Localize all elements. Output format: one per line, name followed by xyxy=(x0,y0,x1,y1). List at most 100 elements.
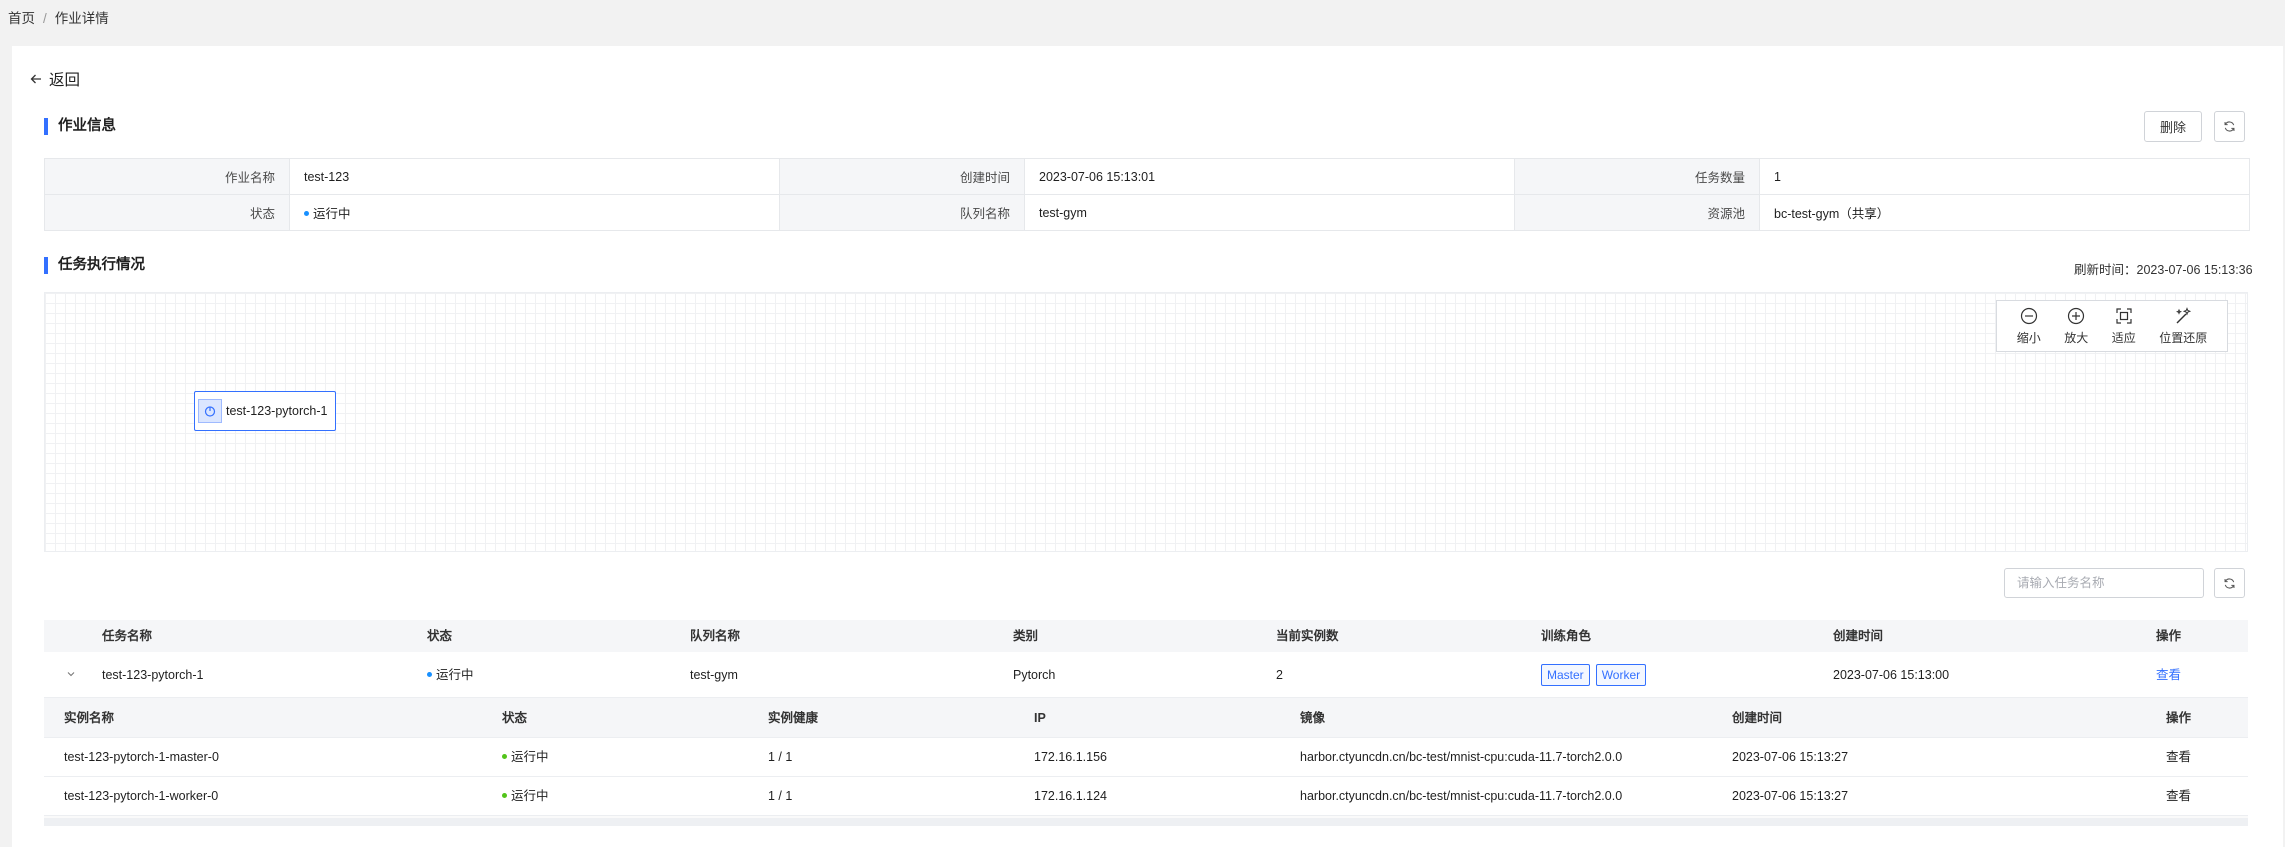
column-header: 训练角色 xyxy=(1541,629,1592,643)
breadcrumb: 首页 / 作业详情 xyxy=(8,7,109,27)
task-status-text: 运行中 xyxy=(436,668,474,682)
column-header: IP xyxy=(1034,711,1046,725)
refresh-icon xyxy=(2224,121,2235,132)
task-exec-title: 任务执行情况 xyxy=(44,257,145,274)
column-header: 当前实例数 xyxy=(1276,629,1339,643)
status-dot xyxy=(502,793,507,799)
expand-toggle[interactable] xyxy=(66,652,76,698)
role-tag-master: Master xyxy=(1541,664,1590,686)
task-graph-canvas[interactable]: test-123-pytorch-1 xyxy=(44,292,2248,552)
instance-created: 2023-07-06 15:13:27 xyxy=(1732,750,1849,764)
zoom-out-icon xyxy=(2020,307,2037,324)
view-link[interactable]: 查看 xyxy=(2166,777,2191,816)
status-label: 状态 xyxy=(44,194,290,231)
instance-created: 2023-07-06 15:13:27 xyxy=(1732,789,1849,803)
table-row[interactable]: test-123-pytorch-1-master-0 运行中 1 / 1 17… xyxy=(44,738,2248,777)
refresh-icon xyxy=(2224,577,2235,589)
zoom-out-label: 缩小 xyxy=(2016,330,2041,345)
reset-position-label: 位置还原 xyxy=(2159,330,2208,345)
refresh-time: 刷新时间：2023-07-06 15:13:36 xyxy=(2074,259,2253,278)
role-tag-worker: Worker xyxy=(1595,664,1647,686)
refresh-button[interactable] xyxy=(2214,111,2245,142)
fit-label: 适应 xyxy=(2111,330,2136,345)
delete-button[interactable]: 删除 xyxy=(2144,111,2202,142)
back-button[interactable]: 返回 xyxy=(29,68,80,90)
task-instances: 2 xyxy=(1276,668,1283,682)
instance-status-text: 运行中 xyxy=(511,750,549,764)
fit-screen-icon xyxy=(2116,307,2132,324)
instance-ip: 172.16.1.156 xyxy=(1034,750,1107,764)
column-header: 操作 xyxy=(2156,629,2182,643)
job-name-label: 作业名称 xyxy=(44,158,290,195)
status-value: 运行中 xyxy=(289,194,780,231)
instance-status: 运行中 xyxy=(502,777,549,816)
column-header: 镜像 xyxy=(1300,711,1326,725)
graph-toolbar: 缩小 放大 适应 位置还原 xyxy=(1996,300,2228,352)
task-refresh-button[interactable] xyxy=(2214,568,2245,598)
instance-name: test-123-pytorch-1-worker-0 xyxy=(64,789,219,803)
zoom-in-button[interactable]: 放大 xyxy=(2064,307,2088,346)
column-header: 状态 xyxy=(427,629,453,643)
zoom-in-icon xyxy=(2068,307,2085,324)
table-row[interactable]: test-123-pytorch-1-worker-0 运行中 1 / 1 17… xyxy=(44,777,2248,816)
column-header: 实例健康 xyxy=(768,711,819,725)
column-header: 创建时间 xyxy=(1732,711,1783,725)
column-header: 类别 xyxy=(1013,629,1039,643)
task-node-icon xyxy=(198,399,222,423)
fit-button[interactable]: 适应 xyxy=(2112,307,2136,346)
instance-name: test-123-pytorch-1-master-0 xyxy=(64,750,219,764)
instance-image: harbor.ctyuncdn.cn/bc-test/mnist-cpu:cud… xyxy=(1300,789,1623,803)
task-search-input[interactable] xyxy=(2004,568,2204,598)
refresh-time-label: 刷新时间： xyxy=(2074,263,2137,277)
task-status: 运行中 xyxy=(427,652,474,698)
job-info-title: 作业信息 xyxy=(44,118,116,135)
instance-status-text: 运行中 xyxy=(511,789,549,803)
table-row[interactable]: test-123-pytorch-1 运行中 test-gym Pytorch … xyxy=(44,652,2248,698)
instance-table: 实例名称 状态 实例健康 IP 镜像 创建时间 操作 test-123-pyto… xyxy=(44,698,2248,826)
column-header: 队列名称 xyxy=(690,629,741,643)
column-header: 创建时间 xyxy=(1833,629,1884,643)
column-header: 操作 xyxy=(2166,711,2192,725)
created-time-value: 2023-07-06 15:13:01 xyxy=(1024,158,1515,195)
task-name: test-123-pytorch-1 xyxy=(102,668,204,682)
task-count-value: 1 xyxy=(1759,158,2250,195)
status-dot xyxy=(427,672,432,678)
breadcrumb-separator: / xyxy=(43,11,47,26)
task-count-label: 任务数量 xyxy=(1514,158,1760,195)
column-header: 任务名称 xyxy=(102,629,153,643)
task-roles: Master Worker xyxy=(1541,652,1652,698)
instance-ip: 172.16.1.124 xyxy=(1034,789,1107,803)
magic-wand-icon xyxy=(2176,306,2192,323)
back-label: 返回 xyxy=(49,72,81,89)
view-link[interactable]: 查看 xyxy=(2166,738,2191,777)
reset-position-button[interactable]: 位置还原 xyxy=(2159,306,2208,346)
graph-node-label: test-123-pytorch-1 xyxy=(226,404,328,418)
graph-node-task[interactable]: test-123-pytorch-1 xyxy=(194,391,336,431)
breadcrumb-current: 作业详情 xyxy=(54,11,109,26)
instance-health: 1 / 1 xyxy=(768,750,793,764)
pool-value: bc-test-gym（共享） xyxy=(1759,194,2250,231)
instance-status: 运行中 xyxy=(502,738,549,777)
column-header: 状态 xyxy=(502,711,528,725)
chevron-down-icon xyxy=(67,672,75,677)
status-text: 运行中 xyxy=(313,207,351,221)
view-link[interactable]: 查看 xyxy=(2156,652,2181,698)
instance-table-header: 实例名称 状态 实例健康 IP 镜像 创建时间 操作 xyxy=(44,698,2248,738)
instance-health: 1 / 1 xyxy=(768,789,793,803)
zoom-out-button[interactable]: 缩小 xyxy=(2017,307,2041,346)
job-info-table: 作业名称 test-123 创建时间 2023-07-06 15:13:01 任… xyxy=(44,158,2250,231)
zoom-in-label: 放大 xyxy=(2064,330,2089,345)
column-header: 实例名称 xyxy=(64,711,115,725)
status-dot xyxy=(502,754,507,760)
job-name-value: test-123 xyxy=(289,158,780,195)
task-type: Pytorch xyxy=(1013,668,1056,682)
queue-value: test-gym xyxy=(1024,194,1515,231)
job-info-row: 作业名称 test-123 创建时间 2023-07-06 15:13:01 任… xyxy=(44,158,2250,195)
instance-image: harbor.ctyuncdn.cn/bc-test/mnist-cpu:cud… xyxy=(1300,750,1623,764)
refresh-time-value: 2023-07-06 15:13:36 xyxy=(2136,263,2253,277)
created-time-label: 创建时间 xyxy=(779,158,1025,195)
queue-label: 队列名称 xyxy=(779,194,1025,231)
status-dot xyxy=(304,211,309,217)
task-queue: test-gym xyxy=(690,668,738,682)
breadcrumb-home[interactable]: 首页 xyxy=(8,11,35,26)
